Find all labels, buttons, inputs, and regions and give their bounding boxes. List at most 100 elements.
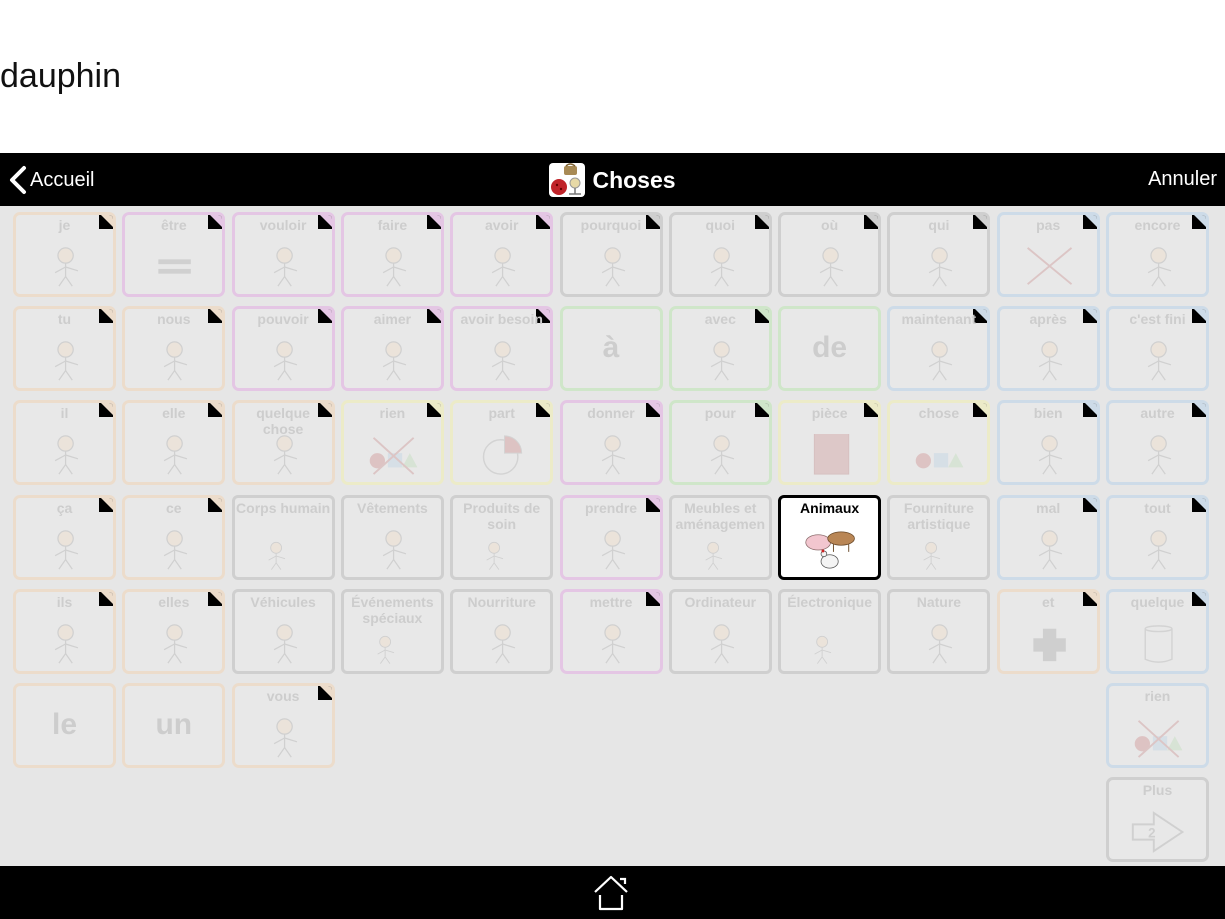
symbol-cell[interactable]: bien: [996, 400, 1100, 486]
symbol-cell[interactable]: encore: [1106, 212, 1209, 297]
symbol-cell[interactable]: prendre: [559, 494, 663, 580]
symbol-cell[interactable]: pour: [668, 400, 772, 486]
symbol-cell[interactable]: qui: [887, 212, 991, 297]
symbol-cell[interactable]: elles: [122, 588, 226, 674]
folder-cell[interactable]: Événements spéciaux: [340, 588, 444, 674]
cell-label: un: [155, 708, 193, 741]
symbol-cell[interactable]: c'est fini: [1106, 306, 1209, 392]
folder-cell[interactable]: Vêtements: [340, 494, 444, 580]
cell-label: avec: [704, 311, 736, 328]
cell-label: c'est fini: [1129, 311, 1186, 328]
symbol-cell[interactable]: ce: [122, 494, 226, 580]
symbol-cell[interactable]: rien: [1106, 683, 1209, 768]
symbol-cell[interactable]: vouloir: [231, 212, 335, 297]
symbol-cell[interactable]: maintenant: [887, 306, 991, 392]
cell-label: chose: [918, 405, 960, 422]
folder-cell[interactable]: Animaux: [778, 494, 882, 580]
cell-label: Produits de soin: [463, 499, 541, 532]
symbol-cell[interactable]: à: [559, 306, 663, 392]
symbol-cell[interactable]: avoir: [450, 212, 554, 297]
cell-label: Ordinateur: [684, 593, 757, 610]
next-page-arrow-icon: 2: [1131, 811, 1185, 854]
equals-icon: [158, 259, 192, 274]
folder-cell[interactable]: Meubles et aménagemen: [668, 494, 772, 580]
symbol-cell[interactable]: avoir besoin: [450, 306, 554, 392]
cell-label: elles: [158, 593, 190, 610]
symbol-cell[interactable]: quoi: [668, 212, 772, 297]
cell-label: Nourriture: [467, 593, 536, 610]
hand-pointing-square-icon: [164, 529, 188, 570]
symbol-cell[interactable]: autre: [1106, 400, 1209, 486]
folder-cell[interactable]: Fourniture artistique: [887, 494, 991, 580]
shapes-icon: [916, 453, 964, 469]
care-products-icon: [486, 541, 504, 570]
cell-label: vous: [266, 688, 300, 704]
folder-cell[interactable]: Nature: [887, 588, 991, 674]
cancel-button[interactable]: Annuler: [1148, 168, 1217, 191]
symbol-cell[interactable]: tout: [1106, 494, 1209, 580]
nothing-shapes-icon: [369, 437, 418, 476]
folder-cell[interactable]: Électronique: [778, 588, 882, 674]
something-question-icon: [273, 435, 297, 475]
symbol-cell[interactable]: mal: [996, 494, 1100, 580]
folder-cell[interactable]: Corps humain: [231, 494, 335, 580]
symbol-cell[interactable]: faire: [340, 212, 444, 297]
person-pointing-self-icon: [54, 247, 79, 287]
symbol-cell[interactable]: pouvoir: [231, 306, 335, 392]
person-hammer-icon: [382, 247, 407, 287]
symbol-cell[interactable]: pas: [996, 212, 1100, 297]
more-button[interactable]: Plus 2: [1106, 777, 1209, 863]
folder-cell[interactable]: Nourriture: [450, 588, 554, 674]
squares-together-icon: [710, 341, 734, 381]
glass-icon: [1144, 624, 1173, 663]
symbol-cell[interactable]: je: [13, 212, 116, 297]
cell-label: elle: [162, 405, 186, 422]
symbol-cell[interactable]: être: [122, 212, 226, 297]
symbol-cell[interactable]: après: [996, 306, 1100, 392]
symbol-cell[interactable]: tu: [13, 306, 116, 392]
person-love-icon: [382, 341, 407, 381]
symbol-cell[interactable]: pièce: [778, 400, 882, 486]
home-icon[interactable]: [592, 874, 630, 912]
other-shapes-icon: [1147, 435, 1172, 475]
art-supplies-icon: [923, 541, 941, 570]
folder-cell[interactable]: Ordinateur: [668, 588, 772, 674]
cell-label: Événements spéciaux: [351, 593, 434, 626]
symbol-cell[interactable]: quelque chose: [231, 400, 335, 486]
body-parts-icon: [268, 541, 285, 570]
symbol-cell[interactable]: ils: [13, 588, 116, 674]
symbol-cell[interactable]: où: [778, 212, 882, 297]
plus-icon: [1033, 628, 1066, 661]
folder-cell[interactable]: Véhicules: [231, 588, 335, 674]
three-people-icon: [54, 624, 79, 664]
symbol-cell[interactable]: chose: [887, 400, 991, 486]
symbol-cell[interactable]: vous: [231, 683, 335, 768]
symbol-cell[interactable]: pourquoi: [559, 212, 663, 297]
person-pointing-that-icon: [54, 529, 79, 570]
repeat-arrows-icon: [1147, 247, 1172, 287]
symbol-cell[interactable]: et: [996, 588, 1100, 674]
person-finished-icon: [1147, 341, 1172, 381]
symbol-cell[interactable]: aimer: [340, 306, 444, 392]
symbol-cell[interactable]: mettre: [559, 588, 663, 674]
symbol-cell[interactable]: nous: [122, 306, 226, 392]
symbol-cell[interactable]: le: [13, 683, 116, 768]
symbol-cell[interactable]: de: [778, 306, 882, 392]
cell-label: Nature: [916, 593, 962, 610]
page-title: Choses: [0, 163, 1225, 197]
symbol-cell[interactable]: part: [450, 400, 554, 486]
folder-cell[interactable]: Produits de soin: [450, 494, 554, 580]
symbol-cell[interactable]: avec: [668, 306, 772, 392]
symbol-cell[interactable]: donner: [559, 400, 663, 486]
symbol-cell[interactable]: un: [122, 683, 226, 768]
person-thumbs-up-icon: [1038, 435, 1062, 475]
symbol-cell[interactable]: quelque: [1106, 588, 1209, 674]
symbol-cell[interactable]: elle: [122, 400, 226, 486]
things-icon: [549, 163, 586, 197]
symbol-cell[interactable]: ça: [13, 494, 116, 580]
symbol-cell[interactable]: il: [13, 400, 116, 486]
symbol-cell[interactable]: rien: [340, 400, 444, 486]
cell-label: pièce: [811, 405, 848, 422]
cell-label: tu: [57, 311, 72, 328]
cell-label: pour: [704, 405, 736, 422]
